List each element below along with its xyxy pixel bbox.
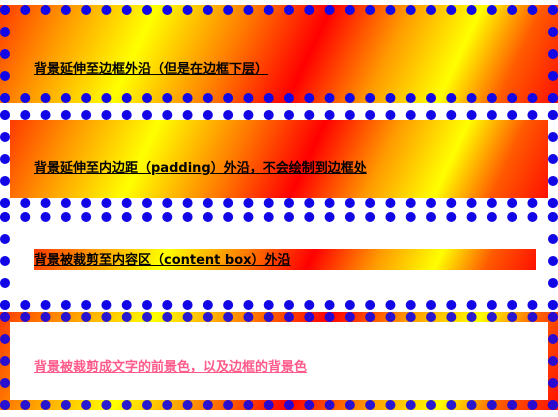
gradient-background (10, 120, 548, 198)
text-clip-label: 背景被裁剪成文字的前景色，以及边框的背景色 (34, 360, 308, 375)
border-box-demo: 背景延伸至边框外沿（但是在边框下层） (0, 5, 558, 103)
padding-box-label: 背景延伸至内边距（padding）外沿，不会绘制到边框处 (34, 161, 367, 176)
text-clip-demo: 背景被裁剪成文字的前景色，以及边框的背景色 (0, 312, 558, 410)
border-box-label: 背景延伸至边框外沿（但是在边框下层） (34, 62, 269, 77)
content-box-demo: 背景被裁剪至内容区（content box）外沿 (0, 212, 558, 310)
dotted-border (0, 5, 558, 103)
padding-box-demo: 背景延伸至内边距（padding）外沿，不会绘制到边框处 (0, 110, 558, 208)
content-box-label: 背景被裁剪至内容区（content box）外沿 (34, 253, 291, 268)
